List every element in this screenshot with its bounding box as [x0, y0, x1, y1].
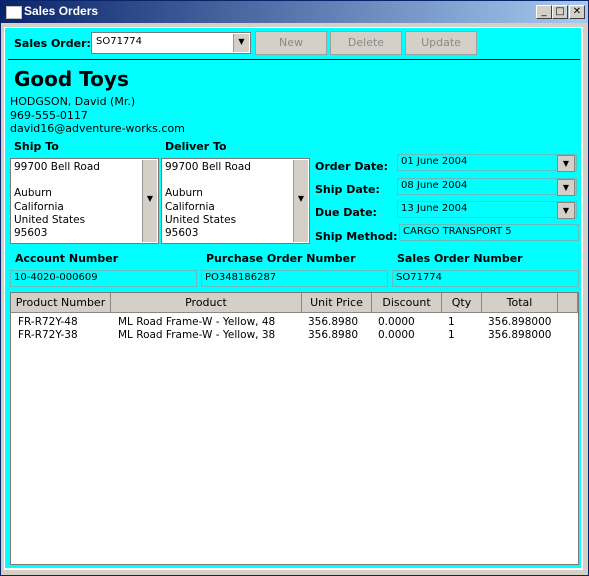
due-date-value: 13 June 2004: [401, 203, 468, 214]
account-number-value: 10-4020-000609: [14, 272, 98, 283]
column-header-product-number[interactable]: Product Number: [11, 293, 111, 313]
ship-to-line: Auburn: [14, 187, 52, 200]
ship-to-line: 99700 Bell Road: [14, 161, 100, 173]
title-bar[interactable]: Sales Orders _ □ ✕: [1, 1, 588, 23]
ship-to-line: 95603: [14, 227, 48, 240]
cell-discount: 0.0000: [378, 316, 415, 328]
deliver-to-address-box[interactable]: 99700 Bell Road Auburn California United…: [161, 158, 310, 244]
deliver-to-label: Deliver To: [165, 140, 227, 153]
chevron-down-icon[interactable]: ▼: [233, 34, 249, 52]
window-title: Sales Orders: [24, 4, 99, 18]
chevron-down-icon[interactable]: ▼: [557, 179, 575, 196]
divider: [8, 59, 580, 60]
column-header-product[interactable]: Product: [111, 293, 302, 313]
so-number-value: SO71774: [396, 272, 443, 283]
ship-method-value: CARGO TRANSPORT 5: [403, 226, 512, 237]
ship-to-line: United States: [14, 213, 86, 226]
chevron-down-icon[interactable]: ▼: [557, 155, 575, 172]
deliver-to-line: California: [165, 200, 215, 213]
ship-to-address-box[interactable]: 99700 Bell Road Auburn California United…: [10, 158, 159, 244]
so-number-field[interactable]: SO71774: [392, 270, 579, 287]
deliver-to-line: 99700 Bell Road: [165, 161, 251, 173]
new-button[interactable]: New: [255, 31, 327, 55]
due-date-label: Due Date:: [315, 206, 377, 219]
column-header-qty[interactable]: Qty: [442, 293, 482, 313]
column-header-filler: [558, 293, 578, 313]
deliver-to-line: 95603: [165, 227, 199, 240]
ship-date-value: 08 June 2004: [401, 180, 468, 191]
update-button[interactable]: Update: [405, 31, 477, 55]
sales-orders-window: Sales Orders _ □ ✕ Sales Order: SO71774 …: [0, 0, 589, 576]
company-name: Good Toys: [14, 67, 129, 91]
order-date-value: 01 June 2004: [401, 156, 468, 167]
cell-product: ML Road Frame-W - Yellow, 48: [118, 316, 276, 328]
cell-qty: 1: [448, 329, 455, 341]
chevron-down-icon[interactable]: ▼: [142, 160, 157, 242]
due-date-picker[interactable]: 13 June 2004 ▼: [397, 201, 577, 219]
sales-order-label: Sales Order:: [14, 37, 91, 50]
deliver-to-line: United States: [165, 213, 237, 226]
sales-order-value: SO71774: [96, 36, 143, 47]
contact-name: HODGSON, David (Mr.): [10, 95, 136, 108]
ship-date-label: Ship Date:: [315, 183, 380, 196]
column-header-unit-price[interactable]: Unit Price: [302, 293, 372, 313]
po-number-label: Purchase Order Number: [206, 252, 356, 265]
cell-total: 356.898000: [488, 316, 552, 328]
deliver-to-line: Auburn: [165, 187, 203, 200]
delete-button[interactable]: Delete: [330, 31, 402, 55]
maximize-button[interactable]: □: [552, 5, 568, 19]
deliver-to-line: [165, 174, 251, 187]
ship-date-picker[interactable]: 08 June 2004 ▼: [397, 178, 577, 196]
column-header-discount[interactable]: Discount: [372, 293, 442, 313]
cell-product: ML Road Frame-W - Yellow, 38: [118, 329, 276, 341]
window-icon: [6, 6, 22, 19]
po-number-field[interactable]: PO348186287: [201, 270, 388, 287]
sales-order-combo[interactable]: SO71774 ▼: [91, 32, 251, 54]
account-number-label: Account Number: [15, 252, 119, 265]
ship-method-field[interactable]: CARGO TRANSPORT 5: [399, 224, 579, 241]
close-button[interactable]: ✕: [569, 5, 585, 19]
cell-product-number: FR-R72Y-48: [18, 316, 78, 328]
minimize-button[interactable]: _: [536, 5, 552, 19]
cell-discount: 0.0000: [378, 329, 415, 341]
cell-qty: 1: [448, 316, 455, 328]
cell-unit-price: 356.8980: [308, 329, 359, 341]
order-lines-grid[interactable]: Product Number Product Unit Price Discou…: [10, 292, 579, 565]
ship-to-line: California: [14, 200, 64, 213]
cell-total: 356.898000: [488, 329, 552, 341]
account-number-field[interactable]: 10-4020-000609: [10, 270, 197, 287]
ship-method-label: Ship Method:: [315, 230, 398, 243]
chevron-down-icon[interactable]: ▼: [293, 160, 308, 242]
order-date-label: Order Date:: [315, 160, 389, 173]
contact-phone: 969-555-0117: [10, 109, 88, 122]
cell-unit-price: 356.8980: [308, 316, 359, 328]
column-header-total[interactable]: Total: [482, 293, 558, 313]
po-number-value: PO348186287: [205, 272, 277, 283]
ship-to-line: [14, 174, 100, 187]
order-date-picker[interactable]: 01 June 2004 ▼: [397, 154, 577, 172]
chevron-down-icon[interactable]: ▼: [557, 202, 575, 219]
so-number-label: Sales Order Number: [397, 252, 523, 265]
contact-email: david16@adventure-works.com: [10, 122, 185, 135]
ship-to-label: Ship To: [14, 140, 59, 153]
cell-product-number: FR-R72Y-38: [18, 329, 78, 341]
